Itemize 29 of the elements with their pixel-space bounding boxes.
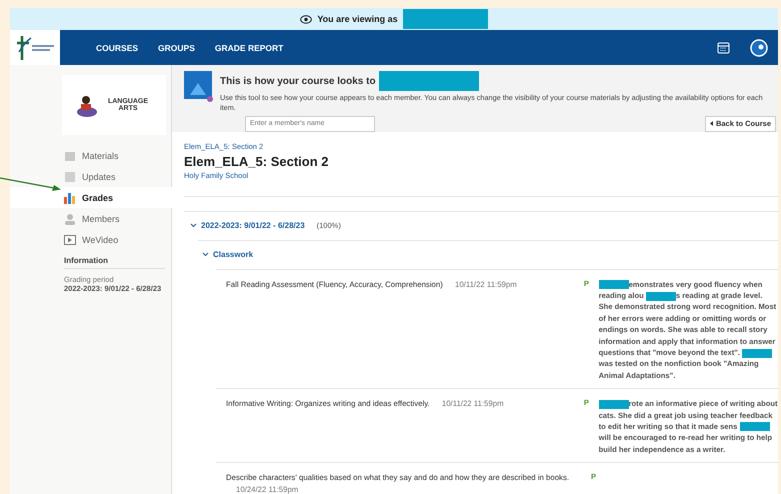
nav-link[interactable]: GROUPS (150, 42, 203, 52)
nav-link[interactable]: GRADE REPORT (206, 42, 292, 52)
nav-link[interactable]: COURSES (88, 42, 146, 52)
grading-period-toggle[interactable]: 2022-2023: 9/01/22 - 6/28/23 (201, 221, 305, 230)
sidebar-item[interactable]: WeVideo (10, 229, 171, 250)
books-icon (64, 150, 76, 162)
annotation-arrow (0, 176, 62, 192)
document-icon (64, 170, 76, 182)
banner-text: You are viewing as (317, 14, 398, 24)
sidebar-item[interactable]: Grades (10, 187, 172, 208)
video-icon (64, 234, 76, 246)
category-toggle[interactable]: Classwork (213, 250, 254, 260)
course-title: Elem_ELA_5: Section 2 (184, 154, 330, 169)
bar-chart-icon (64, 192, 76, 204)
chevron-icon[interactable] (190, 223, 197, 228)
sidebar-item[interactable]: Updates (10, 166, 171, 187)
chevron-icon[interactable] (202, 252, 209, 258)
person-icon (64, 212, 76, 224)
eye-icon (300, 14, 312, 24)
calendar-icon[interactable] (717, 41, 730, 54)
sidebar-item[interactable]: Members (10, 208, 171, 229)
caret-icon (710, 121, 713, 126)
avatar-icon[interactable] (750, 38, 768, 56)
info-heading: Information (64, 256, 165, 269)
preview-title: This is how your course looks to (220, 76, 376, 86)
reading-person-icon (75, 93, 99, 117)
sidebar-item[interactable]: Materials (10, 145, 171, 166)
school-logo[interactable] (10, 30, 60, 65)
preview-icon (184, 71, 214, 103)
